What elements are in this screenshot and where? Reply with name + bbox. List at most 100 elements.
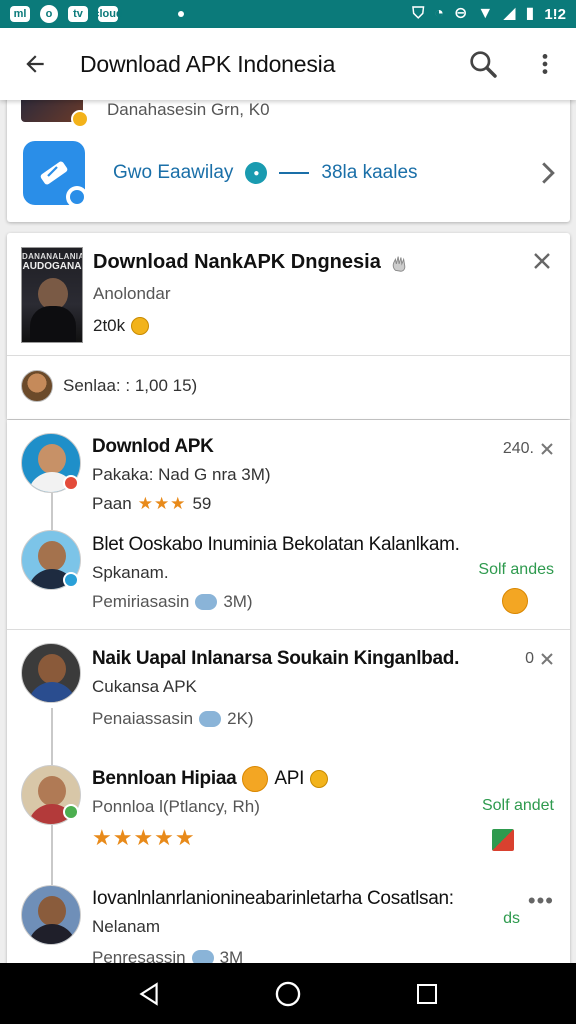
item-line2-prefix: Paan bbox=[92, 494, 132, 513]
partial-item-text: Danahasesin Grn, K0 bbox=[107, 100, 270, 119]
triangle-back-icon bbox=[139, 981, 158, 1006]
divider bbox=[7, 629, 570, 630]
clock-time: 1!2 bbox=[544, 5, 566, 23]
nav-home-button[interactable] bbox=[258, 969, 318, 1019]
partial-thumbnail bbox=[21, 98, 89, 128]
smile-emoji-icon bbox=[502, 588, 528, 614]
star-rating: ★★★ bbox=[137, 494, 187, 513]
circle-home-icon bbox=[275, 981, 301, 1006]
featured-user-row[interactable]: Senlaa: : 1,00 15) bbox=[21, 370, 197, 402]
featured-subtitle: Anolondar bbox=[93, 284, 171, 303]
coin-icon bbox=[310, 770, 329, 788]
vpn-shield-icon: ⛉ bbox=[412, 5, 425, 22]
chevron-right-button[interactable] bbox=[533, 153, 563, 193]
featured-title-text: Download NankAPK Dngnesia bbox=[93, 251, 381, 273]
avatar-head bbox=[38, 444, 66, 474]
ticket-icon bbox=[40, 161, 68, 185]
status-left-icons: ml o tv cloud bbox=[10, 5, 184, 23]
timeline-line bbox=[51, 490, 53, 530]
avatar-body bbox=[28, 924, 76, 944]
featured-user-text: Senlaa: : 1,00 15) bbox=[63, 376, 198, 395]
timeline-line bbox=[51, 825, 53, 885]
item-title-suffix: API bbox=[274, 768, 305, 789]
minus-circle-icon: ⊖ bbox=[453, 5, 468, 22]
sync-icon: ◔ bbox=[434, 5, 444, 22]
app-icon bbox=[23, 141, 88, 208]
avatar-body bbox=[28, 682, 76, 702]
featured-count: 2t0k bbox=[93, 316, 150, 336]
more-options-button[interactable] bbox=[514, 28, 576, 100]
star-rating: ★★★★★ bbox=[92, 825, 196, 850]
item-title-text: Bennloan Hipiaa bbox=[92, 768, 237, 789]
nav-back-button[interactable] bbox=[119, 969, 179, 1019]
wifi-icon: ▼ bbox=[477, 5, 494, 22]
system-nav-bar bbox=[0, 963, 576, 1024]
page-title: Download APK Indonesia bbox=[80, 50, 336, 77]
item-line1: Spkanam. bbox=[92, 563, 169, 582]
close-icon[interactable] bbox=[540, 442, 554, 456]
item-line2-suffix: 2K) bbox=[227, 709, 254, 728]
item-line1: Ponnloa l(Ptlancy, Rh) bbox=[92, 797, 260, 816]
link-text-b: 38la kaales bbox=[321, 162, 418, 183]
item-title: Bennloan Hipiaa API bbox=[92, 766, 329, 792]
coin-badge-icon bbox=[71, 110, 89, 128]
clock-pill-icon bbox=[195, 594, 218, 610]
tv-app-icon: tv bbox=[68, 6, 88, 22]
search-icon bbox=[470, 51, 497, 78]
more-vert-icon bbox=[542, 54, 548, 74]
grin-emoji-icon bbox=[242, 766, 269, 792]
live-badge-icon bbox=[63, 475, 79, 491]
dash-divider bbox=[279, 172, 310, 174]
link-text-a: Gwo Eaawilay bbox=[113, 162, 234, 183]
book-body bbox=[30, 306, 76, 342]
online-badge-icon bbox=[63, 804, 79, 820]
signal-icon: ◢ bbox=[503, 5, 516, 22]
item-line1: Nelanam bbox=[92, 917, 161, 936]
feed-list: Downlod APK Pakaka: Nad G nra 3M) Paan ★… bbox=[7, 420, 570, 967]
item-title: Downlod APK bbox=[92, 436, 214, 457]
app-link-text: Gwo Eaawilay ● 38la kaales bbox=[113, 162, 418, 184]
close-icon[interactable] bbox=[540, 652, 554, 666]
item-meta: 0 bbox=[525, 650, 554, 668]
book-cover-image: DANANALANIALL AUDOGANA bbox=[21, 247, 83, 343]
status-right-icons: ⛉ ◔ ⊖ ▼ ◢ ▮ 1!2 bbox=[412, 6, 566, 23]
divider bbox=[7, 355, 570, 356]
status-bar: ml o tv cloud ⛉ ◔ ⊖ ▼ ◢ ▮ 1!2 bbox=[0, 0, 576, 28]
item-line2: Penaiassasin 2K) bbox=[92, 709, 254, 729]
item-line2: Paan ★★★ 59 bbox=[92, 494, 211, 514]
close-button[interactable] bbox=[530, 249, 554, 273]
app-link-row[interactable]: Gwo Eaawilay ● 38la kaales bbox=[23, 140, 563, 208]
avatar bbox=[21, 643, 81, 703]
item-meta-text: 240. bbox=[502, 440, 534, 457]
app-badge-icon bbox=[66, 186, 88, 208]
timeline-line bbox=[51, 708, 53, 768]
item-line2-prefix: Penaiassasin bbox=[92, 709, 194, 728]
avatar bbox=[21, 885, 81, 945]
app-bar: Download APK Indonesia bbox=[0, 28, 576, 100]
item-status: Solf andes bbox=[478, 561, 554, 578]
search-button[interactable] bbox=[452, 28, 514, 100]
avatar-head bbox=[38, 776, 66, 806]
item-title: Naik Uapal Inlanarsa Soukain Kinganlbad. bbox=[92, 648, 460, 669]
arrow-left-icon bbox=[26, 55, 44, 73]
nav-recents-button[interactable] bbox=[397, 969, 457, 1019]
more-options-icon[interactable]: ••• bbox=[528, 888, 554, 914]
close-icon bbox=[534, 253, 550, 269]
verified-badge-icon bbox=[63, 572, 79, 588]
item-line2: Pemiriasasin 3M) bbox=[92, 592, 253, 612]
avatar-head bbox=[38, 896, 66, 926]
book-title-line1: DANANALANIALL bbox=[22, 252, 82, 261]
item-line2-suffix: 3M) bbox=[223, 592, 253, 611]
square-recents-icon bbox=[416, 983, 437, 1004]
back-button[interactable] bbox=[0, 28, 70, 100]
avatar bbox=[21, 370, 53, 402]
ml-app-icon: ml bbox=[10, 6, 30, 22]
item-line2-prefix: Pemiriasasin bbox=[92, 592, 190, 611]
featured-card[interactable]: DANANALANIALL AUDOGANA Download NankAPK … bbox=[7, 233, 570, 419]
avatar-head bbox=[38, 654, 66, 684]
top-card: Danahasesin Grn, K0 Gwo Eaawilay ● 38la … bbox=[7, 90, 570, 222]
item-title: Iovanlnlanrlanionineabarinletarha Cosatl… bbox=[92, 888, 454, 909]
item-line2-suffix: 59 bbox=[192, 494, 212, 513]
o-app-icon: o bbox=[40, 5, 58, 23]
partial-list-item[interactable]: Danahasesin Grn, K0 bbox=[21, 98, 270, 128]
